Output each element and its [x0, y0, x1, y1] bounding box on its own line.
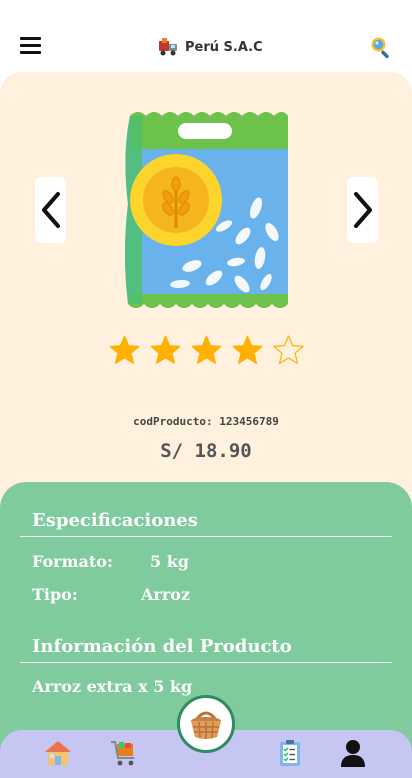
home-icon[interactable]: [43, 738, 73, 768]
delivery-truck-logo-icon: [159, 38, 177, 56]
user-icon[interactable]: [338, 738, 368, 768]
format-label: Formato:: [32, 552, 113, 571]
product-description: Arroz extra x 5 kg: [32, 677, 193, 696]
clipboard-list-icon[interactable]: [275, 738, 305, 768]
brand: Perú S.A.C: [158, 36, 263, 58]
product-rating: [108, 334, 305, 367]
divider: [20, 536, 392, 537]
product-info-title: Información del Producto: [32, 636, 292, 657]
basket-button[interactable]: [177, 695, 235, 753]
star-filled-icon: [191, 335, 222, 364]
brand-name: Perú S.A.C: [185, 39, 263, 55]
basket-icon: [191, 711, 221, 739]
type-value: Arroz: [141, 585, 191, 604]
rice-bag-image: [125, 112, 288, 308]
divider: [20, 662, 392, 663]
app-header: Perú S.A.C: [0, 0, 412, 72]
next-image-button[interactable]: [347, 177, 378, 243]
chevron-right-icon: [353, 192, 372, 228]
shopping-cart-icon[interactable]: [109, 738, 139, 768]
format-value: 5 kg: [150, 552, 189, 571]
previous-image-button[interactable]: [35, 177, 66, 243]
chevron-left-icon: [41, 192, 60, 228]
product-detail-area: codProducto: 123456789 S/ 18.90: [0, 72, 412, 502]
star-empty-icon: [273, 335, 304, 364]
specifications-title: Especificaciones: [32, 510, 198, 531]
search-icon[interactable]: [369, 35, 393, 59]
type-label: Tipo:: [32, 585, 78, 604]
product-price: S/ 18.90: [160, 440, 252, 462]
product-code: codProducto: 123456789: [133, 415, 279, 428]
star-filled-icon: [232, 335, 263, 364]
star-filled-icon: [109, 335, 140, 364]
star-filled-icon: [150, 335, 181, 364]
hamburger-menu-icon[interactable]: [18, 35, 42, 55]
